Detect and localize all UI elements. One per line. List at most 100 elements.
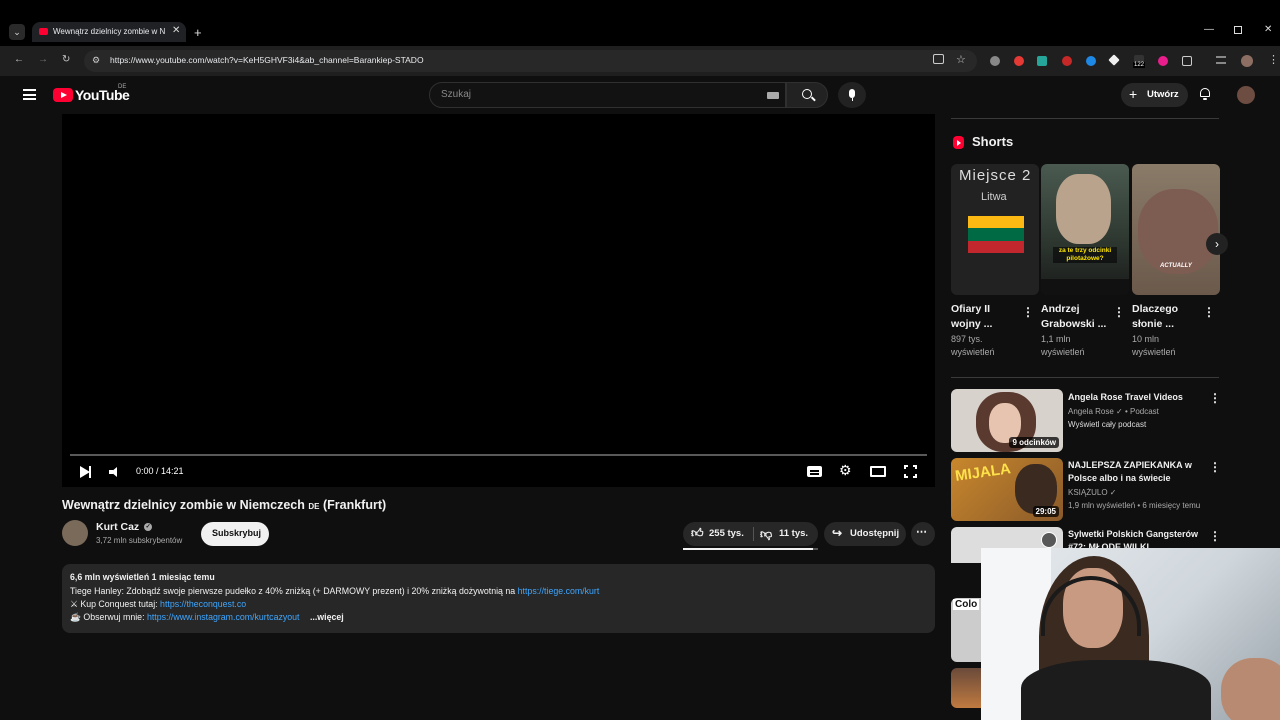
channel-name[interactable]: Kurt Caz ✓ [96,521,153,533]
shorts-logo-icon [953,136,964,149]
search-input[interactable]: Szukaj [429,82,786,108]
short-thumbnail-1[interactable]: Miejsce 2 Litwa [951,164,1039,295]
reading-list-icon[interactable] [1216,56,1226,64]
youtube-favicon-icon [39,28,48,35]
short-title-2[interactable]: Andrzej Grabowski ... [1041,302,1106,332]
share-label: Udostępnij [850,528,900,539]
description-line-1-text: Tiege Hanley: Zdobądź swoje pierwsze pud… [70,586,518,596]
like-count: 255 tys. [709,528,744,539]
reload-icon[interactable]: ↻ [62,54,70,66]
search-button[interactable] [786,82,828,108]
short-menu-icon-3[interactable]: ⋮ [1203,305,1215,319]
notifications-bell-icon[interactable] [1199,87,1211,100]
extension-icon-8[interactable] [1158,56,1168,66]
short-thumb-caption-3: ACTUALLY [1160,263,1192,269]
short-menu-icon-1[interactable]: ⋮ [1022,305,1034,319]
settings-gear-icon[interactable]: ⚙ [839,462,852,479]
close-window-button[interactable]: ✕ [1264,24,1272,35]
progress-bar[interactable] [70,454,927,456]
extension-icon-3[interactable] [1037,56,1047,66]
short-title-3[interactable]: Dlaczego słonie ... [1132,302,1178,332]
rec-title-1[interactable]: Angela Rose Travel Videos [1068,391,1200,404]
fullscreen-icon[interactable] [904,465,917,478]
sidebar-divider [951,377,1219,378]
extension-badge: 122 [1133,62,1146,68]
maximize-button[interactable] [1234,26,1242,34]
instagram-link[interactable]: https://www.instagram.com/kurtcazyout [147,612,300,622]
short-thumbnail-2[interactable]: za te trzy odcinki pilotażowe? [1041,164,1129,295]
forward-arrow-icon[interactable]: → [38,54,48,66]
video-player[interactable]: 0:00 / 14:21 ⚙ [62,114,935,487]
hamburger-menu-icon[interactable] [23,89,36,100]
short-title-1[interactable]: Ofiary II wojny ... [951,302,992,332]
bookmark-star-icon[interactable]: ☆ [956,53,966,66]
video-title: Wewnątrz dzielnicy zombie w Niemczech DE… [62,498,386,512]
extension-icon-2[interactable] [1014,56,1024,66]
video-title-suffix: (Frankfurt) [322,498,387,512]
voice-search-button[interactable] [838,82,866,108]
dislike-button[interactable]: 👎︎ 11 tys. [754,522,818,546]
shorts-next-button[interactable]: › [1206,233,1228,255]
short-menu-icon-2[interactable]: ⋮ [1113,305,1125,319]
short-thumbnail-3[interactable]: ACTUALLY [1132,164,1220,295]
play-button[interactable] [78,465,92,479]
youtube-logo[interactable]: YouTube DE [53,84,153,104]
more-actions-button[interactable]: ⋯ [911,522,935,546]
tab-title: Wewnątrz dzielnicy zombie w N [53,27,166,36]
rec-menu-icon-3[interactable]: ⋮ [1209,529,1221,543]
keyboard-icon[interactable] [767,92,779,99]
subscriber-count: 3,72 mln subskrybentów [96,536,183,545]
volume-icon[interactable] [109,467,121,477]
watch-later-clock-icon[interactable] [1041,532,1057,548]
theater-mode-icon[interactable] [870,466,886,477]
extension-icon-5[interactable] [1086,56,1096,66]
browser-menu-icon[interactable]: ⋮ [1268,53,1279,66]
short-animal-image [1138,189,1218,274]
site-info-icon[interactable]: ⚙ [92,55,100,66]
rec-thumbnail-4[interactable]: Colo [951,598,981,662]
short-thumb-caption: za te trzy odcinki pilotażowe? [1053,247,1117,263]
tab-search-button[interactable]: ⌄ [9,24,25,40]
rec-podcast-link[interactable]: Wyświetl cały podcast [1068,420,1146,429]
share-button[interactable]: ↪ Udostępnij [824,522,906,546]
rec-thumbnail-1[interactable]: 9 odcinków [951,389,1063,452]
description-line-2: ⚔ Kup Conquest tutaj: https://theconques… [70,599,246,610]
rec-thumbnail-5[interactable] [951,668,981,708]
tiege-link[interactable]: https://tiege.com/kurt [518,586,600,596]
title-flag: DE [308,502,320,511]
new-tab-button[interactable]: + [194,25,202,40]
rec-thumbnail-2[interactable]: MIJALA 29:05 [951,458,1063,521]
minimize-button[interactable]: — [1204,24,1214,35]
account-avatar[interactable] [1237,86,1255,104]
show-more-button[interactable]: ...więcej [310,612,344,622]
conquest-link[interactable]: https://theconquest.co [160,599,246,609]
thumbs-down-icon: 👎︎ [760,527,773,541]
back-arrow-icon[interactable]: ← [14,54,24,66]
install-app-icon[interactable] [933,54,944,64]
subscribe-button[interactable]: Subskrybuj [201,522,269,546]
rec-menu-icon-1[interactable]: ⋮ [1209,391,1221,405]
plus-icon: + [1129,86,1138,102]
like-dislike-group: 👍︎ 255 tys. 👎︎ 11 tys. [683,522,818,546]
subtitles-icon[interactable] [807,466,822,477]
create-button[interactable]: + Utwórz [1121,83,1188,107]
browser-tab-strip: ⌄ Wewnątrz dzielnicy zombie w N ✕ + — ✕ [0,0,1280,46]
description-box[interactable]: 6,6 mln wyświetleń 1 miesiąc temu Tiege … [62,564,935,633]
profile-avatar-icon[interactable] [1241,55,1253,67]
browser-tab[interactable]: Wewnątrz dzielnicy zombie w N ✕ [32,22,186,42]
like-button[interactable]: 👍︎ 255 tys. [683,522,753,546]
tab-close-icon[interactable]: ✕ [172,25,180,36]
verified-check-icon: ✓ [144,523,153,532]
channel-avatar[interactable] [62,520,88,546]
address-bar[interactable]: ⚙ https://www.youtube.com/watch?v=KeH5GH… [84,50,977,72]
extension-icon-4[interactable] [1062,56,1072,66]
top-divider [951,118,1219,119]
extensions-puzzle-icon[interactable] [1182,56,1192,66]
rec-title-2[interactable]: NAJLEPSZA ZAPIEKANKA w Polsce albo i na … [1068,459,1200,485]
short-person-image [1056,174,1111,244]
extension-icon-1[interactable] [990,56,1000,66]
rec-menu-icon-2[interactable]: ⋮ [1209,460,1221,474]
description-line-3-text: ☕ Obserwuj mnie: [70,612,147,622]
description-line-2-text: ⚔ Kup Conquest tutaj: [70,599,161,609]
rec-meta-2: 1,9 mln wyświetleń • 6 miesięcy temu [1068,501,1201,510]
